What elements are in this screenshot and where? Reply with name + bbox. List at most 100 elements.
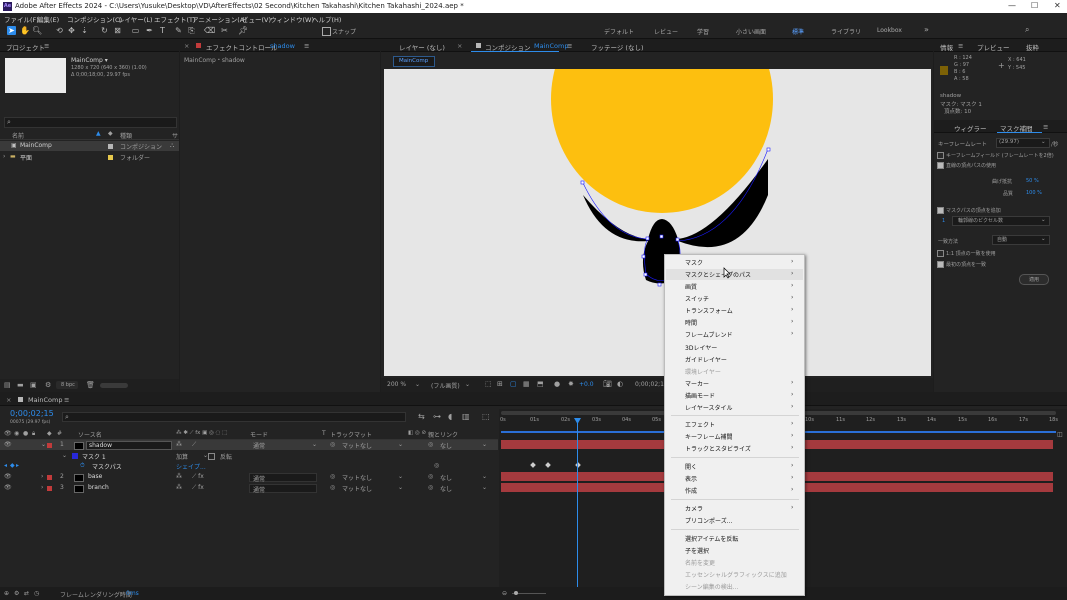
- one-to-one-checkbox[interactable]: [937, 250, 944, 257]
- flowchart-icon[interactable]: ⛬: [170, 142, 174, 150]
- col-parent[interactable]: 親とリンク: [428, 430, 458, 439]
- draft-3d-icon[interactable]: ⊶: [433, 412, 441, 421]
- menu-item-track-stabilize[interactable]: トラックとスタビライズ: [685, 444, 751, 453]
- menu-file[interactable]: ファイル(F): [4, 14, 39, 24]
- mask-name[interactable]: マスク 1: [82, 452, 106, 461]
- wiggler-tab[interactable]: ウィグラー: [954, 123, 987, 133]
- menu-item-blend-mode[interactable]: 描画モード: [685, 391, 715, 400]
- thumbnail-slider[interactable]: [100, 383, 128, 388]
- workspace-learn[interactable]: 学習: [697, 27, 709, 36]
- bend-resistance-value[interactable]: 50 %: [1026, 178, 1039, 184]
- timeline-timecode[interactable]: 0;00;02;15: [10, 409, 54, 418]
- layer-matte[interactable]: マットなし: [342, 473, 372, 482]
- new-comp-icon[interactable]: ▣: [30, 381, 37, 389]
- mask-row[interactable]: ⌄ マスク 1 加算 ⌄ 反転: [0, 451, 498, 461]
- layer-name-field[interactable]: shadow: [86, 441, 172, 450]
- pickwhip-icon[interactable]: ◎: [434, 462, 439, 469]
- keyframe[interactable]: [530, 462, 536, 468]
- menu-help[interactable]: ヘルプ(H): [312, 14, 341, 24]
- match-method-dropdown[interactable]: 自動 ⌄: [992, 235, 1050, 245]
- interpret-icon[interactable]: ▤: [4, 381, 11, 389]
- pickwhip-icon[interactable]: ◎: [428, 441, 433, 448]
- menu-item-switch[interactable]: スイッチ: [685, 294, 709, 303]
- project-search-field[interactable]: ⌕: [4, 117, 177, 128]
- panel-menu-icon[interactable]: ≡: [567, 42, 572, 50]
- expand-arrow-icon[interactable]: ›: [41, 473, 43, 480]
- exposure-value[interactable]: +0.0: [579, 381, 594, 388]
- menu-item-3d-layer[interactable]: 3Dレイヤー: [685, 343, 717, 352]
- menu-item-precompose[interactable]: プリコンポーズ...: [685, 516, 732, 525]
- vertex-value[interactable]: 1: [942, 218, 945, 224]
- menu-item-transform[interactable]: トランスフォーム: [685, 306, 733, 315]
- panel-menu-icon[interactable]: ≡: [304, 42, 309, 50]
- col-type[interactable]: 種類: [120, 131, 132, 140]
- quality-value[interactable]: 100 %: [1026, 190, 1042, 196]
- panel-menu-icon[interactable]: ≡: [44, 42, 49, 50]
- col-source-name[interactable]: ソース名: [78, 430, 102, 439]
- playhead-line[interactable]: [577, 419, 578, 587]
- prev-keyframe-icon[interactable]: ◂: [4, 462, 7, 469]
- menu-item-reveal[interactable]: 表示: [685, 474, 697, 483]
- roto-tool-icon[interactable]: ✂: [220, 26, 229, 35]
- pan-tool-icon[interactable]: ✥: [67, 26, 76, 35]
- timeline-tab[interactable]: MainComp: [28, 396, 63, 404]
- snap-checkbox[interactable]: [322, 27, 331, 36]
- menu-item-time[interactable]: 時間: [685, 318, 697, 327]
- graph-editor-icon[interactable]: ⬚: [482, 412, 490, 421]
- menu-item-frame-blend[interactable]: フレームブレンド: [685, 330, 732, 339]
- orbit-tool-icon[interactable]: ⟲: [55, 26, 64, 35]
- pen-tool-icon[interactable]: ✒: [145, 26, 154, 35]
- stopwatch-icon[interactable]: ⏱︎: [80, 462, 85, 470]
- delete-icon[interactable]: 🗑︎: [86, 381, 95, 389]
- layer-mode-dropdown[interactable]: 通常: [249, 473, 317, 483]
- quality-switch-icon[interactable]: ⟋ fx: [192, 473, 204, 481]
- minimize-icon[interactable]: —: [1008, 1, 1016, 10]
- timeline-layer-row[interactable]: 👁︎ › 2 base ⁂ ⟋ fx 通常 ◎ マットなし ⌄ ◎ なし ⌄: [0, 472, 498, 483]
- layer-viewer-tab[interactable]: レイヤー (なし): [399, 42, 445, 52]
- menu-item-mask[interactable]: マスク: [685, 258, 703, 267]
- menu-item-guide-layer[interactable]: ガイドレイヤー: [685, 355, 727, 364]
- comp-button-icon[interactable]: ◫: [1057, 431, 1063, 438]
- layer-mode-dropdown[interactable]: 通常: [249, 484, 317, 494]
- vertex-mode-dropdown[interactable]: 輪郭線のピクセル数 ⌄: [952, 216, 1050, 226]
- bpc-label[interactable]: 8 bpc: [61, 382, 75, 388]
- close-tab-icon[interactable]: ×: [184, 42, 189, 50]
- quality-dropdown[interactable]: (フル画質): [431, 381, 460, 390]
- frame-blend-icon[interactable]: ▥: [462, 412, 470, 421]
- keyframe-rate-dropdown[interactable]: (29.97) ⌄: [996, 138, 1050, 148]
- workspace-overflow-icon[interactable]: »: [924, 25, 929, 34]
- workspace-default[interactable]: デフォルト: [604, 27, 634, 36]
- workspace-lookbox[interactable]: Lookbox: [877, 27, 902, 34]
- panel-menu-icon[interactable]: ≡: [958, 42, 963, 50]
- close-tab-icon[interactable]: ×: [6, 396, 11, 404]
- menu-item-quality[interactable]: 画質: [685, 282, 697, 291]
- layer-parent[interactable]: なし: [440, 484, 452, 493]
- expand-arrow-icon[interactable]: ⌄: [41, 441, 46, 448]
- mask-path-value[interactable]: シェイプ...: [176, 462, 206, 471]
- workspace-libraries[interactable]: ライブラリ: [831, 27, 861, 36]
- 3d-view-icon[interactable]: ⬒: [537, 380, 544, 388]
- menu-item-open[interactable]: 開く: [685, 462, 697, 471]
- timeline-layer-row[interactable]: 👁︎ ⌄ 1 shadow ⁂ ⟋ 通常 ⌄ ◎ マットなし ⌄ ◎ なし ⌄: [0, 440, 498, 450]
- pickwhip-icon[interactable]: ◎: [428, 484, 433, 491]
- menu-item-create[interactable]: 作成: [685, 486, 697, 495]
- apply-button[interactable]: 適用: [1019, 274, 1049, 285]
- menu-item-marker[interactable]: マーカー: [685, 379, 709, 388]
- new-folder-icon[interactable]: ▬: [17, 381, 24, 389]
- maximize-icon[interactable]: ☐: [1031, 1, 1038, 10]
- label-swatch[interactable]: [47, 443, 52, 448]
- project-tab[interactable]: プロジェクト: [6, 42, 45, 52]
- eye-icon[interactable]: 👁︎: [4, 473, 12, 480]
- menu-composition[interactable]: コンポジション(C): [67, 14, 122, 24]
- workspace-standard[interactable]: 標準: [792, 27, 804, 36]
- settings-icon[interactable]: ⚙: [45, 381, 51, 389]
- menu-item-effect[interactable]: エフェクト: [685, 420, 715, 429]
- next-keyframe-icon[interactable]: ▸: [16, 462, 19, 469]
- invert-checkbox[interactable]: [208, 453, 215, 460]
- comp-breadcrumb[interactable]: MainComp: [393, 56, 435, 67]
- quality-switch-icon[interactable]: ⟋ fx: [192, 484, 204, 492]
- selection-tool-icon[interactable]: ➤: [7, 26, 16, 35]
- eye-icon[interactable]: 👁︎: [4, 484, 12, 491]
- clone-tool-icon[interactable]: ⎘: [187, 26, 196, 35]
- eraser-tool-icon[interactable]: ⌫: [204, 26, 215, 35]
